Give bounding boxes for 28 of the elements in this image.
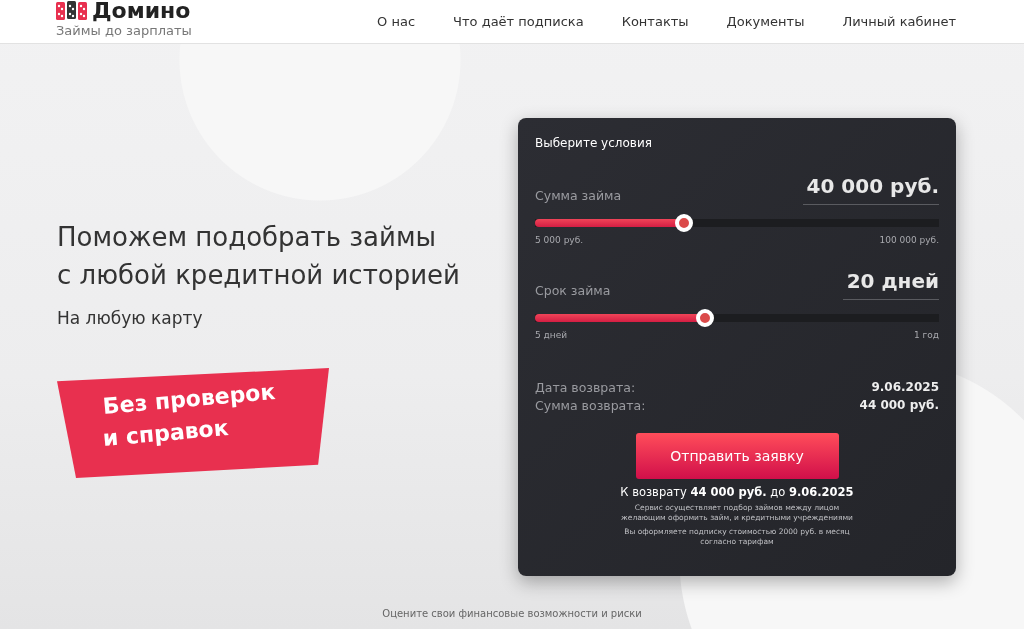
- nav-link[interactable]: Контакты: [621, 14, 689, 29]
- hero-subtitle: На любую карту: [57, 308, 204, 328]
- slider-value: 20 дней: [842, 269, 939, 300]
- summary-label: Дата возврата:: [535, 380, 636, 395]
- logo-tagline: Займы до зарплаты: [56, 23, 192, 38]
- promo-badge: Без проверок и справок: [57, 368, 329, 478]
- hero-title: Поможем подобрать займы с любой кредитной историей: [57, 221, 461, 292]
- nav-link[interactable]: О нас: [377, 14, 416, 29]
- slider-thumb[interactable]: [675, 214, 694, 232]
- slider-thumb[interactable]: [695, 309, 714, 327]
- footer-text: Оцените свои финансовые возможности и риски: [382, 608, 642, 619]
- slider-label: Сумма займа: [535, 188, 622, 205]
- slider-label: Срок займа: [535, 283, 611, 300]
- range-min: 5 дней: [535, 330, 568, 340]
- nav-link[interactable]: Документы: [726, 14, 805, 29]
- range-max: 1 год: [913, 330, 939, 340]
- summary-label: Сумма возврата:: [535, 398, 646, 413]
- summary-value: 9.06.2025: [871, 380, 939, 395]
- range-max: 100 000 руб.: [879, 235, 939, 245]
- summary-value: 44 000 руб.: [859, 398, 939, 413]
- nav-link[interactable]: Что даёт подписка: [453, 14, 584, 29]
- submit-button[interactable]: Отправить заявку: [635, 433, 839, 479]
- nav-link[interactable]: Личный кабинет: [842, 14, 956, 29]
- repayment-total: К возврату 44 000 руб. до 9.06.2025: [619, 485, 855, 499]
- range-min: 5 000 руб.: [535, 235, 584, 245]
- slider-value: 40 000 руб.: [802, 174, 939, 205]
- card-title: Выберите условия: [535, 136, 653, 150]
- logo-name[interactable]: Домино: [92, 0, 191, 23]
